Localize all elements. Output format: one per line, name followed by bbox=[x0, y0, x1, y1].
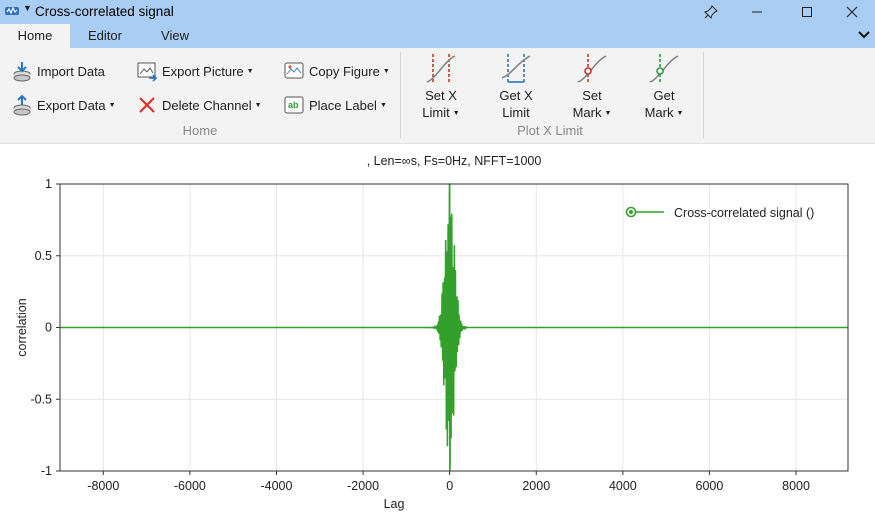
get-x-limit-label-1: Get X bbox=[499, 88, 533, 103]
y-tick-label: -0.5 bbox=[30, 392, 52, 406]
close-button[interactable] bbox=[829, 0, 875, 24]
get-x-limit-icon bbox=[501, 54, 531, 84]
copy-figure-button[interactable]: Copy Figure ▼ bbox=[283, 59, 390, 83]
place-label-dropdown-icon: ▼ bbox=[379, 101, 387, 109]
tab-home[interactable]: Home bbox=[0, 24, 70, 48]
delete-x-icon bbox=[139, 97, 155, 113]
x-tick-label: -2000 bbox=[347, 479, 379, 493]
minimize-icon bbox=[752, 11, 762, 13]
place-label-button[interactable]: ab Place Label ▼ bbox=[283, 93, 387, 117]
x-tick-label: 8000 bbox=[782, 479, 810, 493]
get-x-limit-button[interactable]: Get X Limit bbox=[488, 50, 544, 120]
maximize-button[interactable] bbox=[784, 0, 830, 24]
import-data-button[interactable]: Import Data bbox=[11, 59, 105, 83]
set-x-limit-button[interactable]: Set X Limit ▼ bbox=[413, 50, 469, 120]
get-x-limit-label-2: Limit bbox=[502, 105, 530, 120]
import-data-icon bbox=[13, 62, 31, 82]
system-menu-caret[interactable]: ▼ bbox=[23, 3, 32, 13]
y-axis-title: correlation bbox=[15, 298, 29, 356]
export-data-icon bbox=[13, 94, 31, 116]
export-picture-button[interactable]: Export Picture ▼ bbox=[136, 59, 254, 83]
x-axis-title: Lag bbox=[384, 497, 405, 511]
export-picture-icon bbox=[137, 62, 158, 82]
y-tick-label: -1 bbox=[41, 464, 52, 478]
get-mark-label-2: Mark ▼ bbox=[644, 105, 684, 120]
copy-figure-dropdown-icon: ▼ bbox=[382, 67, 390, 75]
copy-figure-icon bbox=[284, 62, 304, 79]
get-mark-button[interactable]: Get Mark ▼ bbox=[636, 50, 692, 120]
set-mark-dropdown-icon: ▼ bbox=[604, 110, 612, 118]
export-picture-label: Export Picture bbox=[162, 63, 244, 79]
group-separator-2 bbox=[703, 52, 704, 138]
set-mark-button[interactable]: Set Mark ▼ bbox=[564, 50, 620, 120]
home-group-label: Home bbox=[182, 123, 218, 138]
y-tick-label: 1 bbox=[45, 177, 52, 191]
tab-editor[interactable]: Editor bbox=[76, 24, 134, 48]
place-label-label: Place Label bbox=[309, 97, 377, 113]
chart-panel: , Len=∞s, Fs=0Hz, NFFT=1000 -8000 -6000 -40… bbox=[0, 145, 875, 522]
y-tick-label: 0.5 bbox=[35, 249, 52, 263]
set-x-limit-dropdown-icon: ▼ bbox=[452, 110, 460, 118]
pin-icon bbox=[704, 5, 718, 19]
pin-button[interactable] bbox=[688, 0, 734, 24]
set-x-limit-label-1: Set X bbox=[425, 88, 457, 103]
x-tick-label: 0 bbox=[446, 479, 453, 493]
legend-label: Cross-correlated signal () bbox=[674, 206, 814, 220]
x-tick-label: 2000 bbox=[522, 479, 550, 493]
ribbon: Import Data Export Data ▼ Export Picture ▼… bbox=[0, 48, 875, 144]
set-x-limit-icon bbox=[426, 54, 456, 84]
chart-title: , Len=∞s, Fs=0Hz, NFFT=1000 bbox=[367, 154, 542, 168]
close-icon bbox=[846, 6, 858, 18]
get-mark-dropdown-icon: ▼ bbox=[676, 110, 684, 118]
place-label-icon: ab bbox=[284, 96, 304, 114]
set-mark-label-2: Mark ▼ bbox=[572, 105, 612, 120]
plot-x-limit-group-label: Plot X Limit bbox=[517, 123, 583, 138]
minimize-button[interactable] bbox=[734, 0, 780, 24]
export-picture-dropdown-icon: ▼ bbox=[246, 67, 254, 75]
set-x-limit-label-2: Limit ▼ bbox=[422, 105, 460, 120]
set-mark-label-1: Set bbox=[582, 88, 602, 103]
export-data-button[interactable]: Export Data ▼ bbox=[11, 93, 116, 117]
tab-view[interactable]: View bbox=[147, 24, 203, 48]
set-mark-icon bbox=[577, 54, 607, 84]
export-data-label: Export Data bbox=[37, 97, 106, 113]
ribbon-tabs: Home Editor View bbox=[0, 24, 875, 48]
collapse-ribbon-chevron-icon[interactable] bbox=[857, 28, 871, 42]
delete-channel-dropdown-icon: ▼ bbox=[254, 101, 262, 109]
svg-text:ab: ab bbox=[288, 100, 299, 110]
legend-marker-dot bbox=[629, 210, 633, 214]
title-bar: ▼ Cross-correlated signal bbox=[0, 0, 875, 24]
maximize-icon bbox=[802, 7, 812, 17]
window-title: Cross-correlated signal bbox=[35, 4, 174, 19]
import-data-label: Import Data bbox=[37, 63, 105, 79]
export-data-dropdown-icon: ▼ bbox=[108, 101, 116, 109]
delete-channel-button[interactable]: Delete Channel ▼ bbox=[136, 93, 262, 117]
correlation-chart[interactable]: , Len=∞s, Fs=0Hz, NFFT=1000 -8000 -6000 -40… bbox=[0, 145, 875, 522]
x-tick-label: -8000 bbox=[87, 479, 119, 493]
get-mark-label-1: Get bbox=[653, 88, 675, 103]
delete-channel-label: Delete Channel bbox=[162, 97, 252, 113]
x-tick-label: 4000 bbox=[609, 479, 637, 493]
x-tick-label: 6000 bbox=[696, 479, 724, 493]
app-icon[interactable] bbox=[4, 4, 20, 18]
get-mark-icon bbox=[649, 54, 679, 84]
x-tick-label: -6000 bbox=[174, 479, 206, 493]
y-tick-label: 0 bbox=[45, 321, 52, 335]
x-tick-label: -4000 bbox=[260, 479, 292, 493]
group-separator bbox=[400, 52, 401, 138]
copy-figure-label: Copy Figure bbox=[309, 63, 380, 79]
